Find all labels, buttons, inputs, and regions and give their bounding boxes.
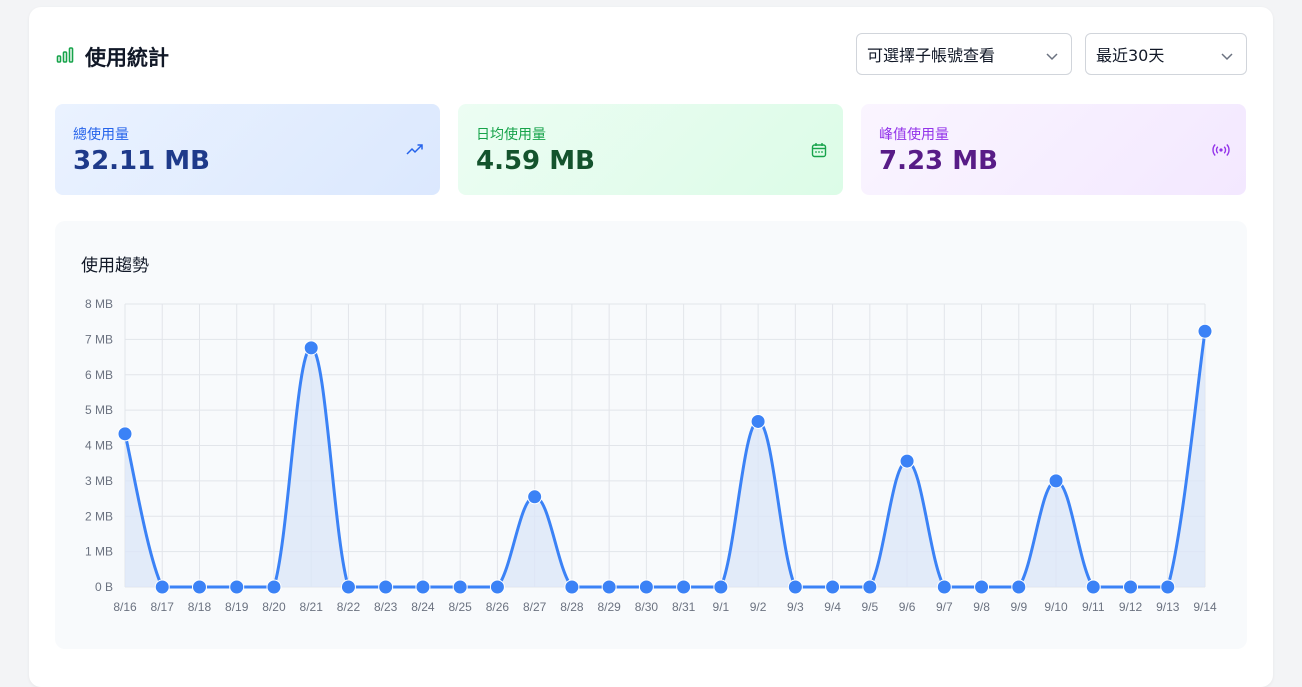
data-point xyxy=(750,413,766,429)
stat-label: 日均使用量 xyxy=(476,127,546,143)
data-point xyxy=(378,579,394,595)
subaccount-select[interactable]: 可選擇子帳號查看 xyxy=(856,33,1072,75)
x-tick-label: 8/29 xyxy=(597,600,621,614)
usage-stats-card: 使用統計 可選擇子帳號查看 最近30天 總使用量 32.11 MB 日均使用量 … xyxy=(29,7,1273,687)
x-tick-label: 9/4 xyxy=(824,600,841,614)
x-tick-label: 9/10 xyxy=(1044,600,1068,614)
data-point xyxy=(899,453,915,469)
data-point xyxy=(1048,473,1064,489)
page-title: 使用統計 xyxy=(85,46,169,70)
x-tick-label: 9/3 xyxy=(787,600,804,614)
data-point xyxy=(527,489,543,505)
data-point xyxy=(154,579,170,595)
x-tick-label: 8/26 xyxy=(486,600,510,614)
x-tick-label: 8/16 xyxy=(113,600,137,614)
data-point xyxy=(191,579,207,595)
x-tick-label: 8/31 xyxy=(672,600,696,614)
x-tick-label: 8/30 xyxy=(635,600,659,614)
chevron-down-icon xyxy=(1220,48,1234,67)
y-tick-label: 6 MB xyxy=(85,368,113,382)
data-point xyxy=(974,579,990,595)
header: 使用統計 xyxy=(55,42,169,72)
data-point xyxy=(1085,579,1101,595)
x-tick-label: 8/24 xyxy=(411,600,435,614)
broadcast-icon xyxy=(1212,142,1230,161)
x-tick-label: 9/9 xyxy=(1010,600,1027,614)
y-tick-label: 7 MB xyxy=(85,332,113,346)
x-tick-label: 9/11 xyxy=(1082,600,1105,614)
data-point xyxy=(638,579,654,595)
x-tick-label: 8/20 xyxy=(262,600,286,614)
data-point xyxy=(825,579,841,595)
x-tick-label: 8/23 xyxy=(374,600,398,614)
bar-chart-icon xyxy=(55,45,75,69)
data-point xyxy=(564,579,580,595)
data-point xyxy=(787,579,803,595)
x-tick-label: 9/1 xyxy=(713,600,730,614)
y-tick-label: 0 B xyxy=(95,580,113,594)
x-tick-label: 9/12 xyxy=(1119,600,1143,614)
date-range-select-value: 最近30天 xyxy=(1096,46,1165,65)
x-tick-label: 9/8 xyxy=(973,600,990,614)
stat-value: 32.11 MB xyxy=(73,146,210,176)
x-tick-label: 9/6 xyxy=(899,600,916,614)
data-point xyxy=(266,579,282,595)
x-tick-label: 8/21 xyxy=(300,600,324,614)
data-point xyxy=(1160,579,1176,595)
y-tick-label: 2 MB xyxy=(85,509,113,523)
y-tick-label: 8 MB xyxy=(85,297,113,311)
data-point xyxy=(1123,579,1139,595)
calendar-icon xyxy=(811,142,827,162)
stat-daily-average: 日均使用量 4.59 MB xyxy=(458,104,843,195)
y-tick-label: 3 MB xyxy=(85,474,113,488)
data-point xyxy=(117,426,133,442)
date-range-select[interactable]: 最近30天 xyxy=(1085,33,1247,75)
data-point xyxy=(452,579,468,595)
data-point xyxy=(229,579,245,595)
stat-total-usage: 總使用量 32.11 MB xyxy=(55,104,440,195)
stat-peak-usage: 峰值使用量 7.23 MB xyxy=(861,104,1246,195)
stat-label: 峰值使用量 xyxy=(879,127,949,143)
x-tick-label: 8/17 xyxy=(151,600,175,614)
data-point xyxy=(862,579,878,595)
usage-trend-chart: 0 B 1 MB 2 MB 3 MB 4 MB 5 MB 6 MB 7 MB 8 MB 8/16 8… xyxy=(85,297,1217,614)
series-area xyxy=(125,331,1205,587)
x-tick-label: 8/18 xyxy=(188,600,212,614)
data-point xyxy=(713,579,729,595)
x-tick-label: 8/27 xyxy=(523,600,547,614)
x-tick-label: 8/28 xyxy=(560,600,584,614)
y-tick-label: 5 MB xyxy=(85,403,113,417)
data-point xyxy=(601,579,617,595)
stat-value: 7.23 MB xyxy=(879,146,998,176)
data-point xyxy=(489,579,505,595)
data-point xyxy=(936,579,952,595)
data-point xyxy=(1011,579,1027,595)
data-point xyxy=(303,340,319,356)
y-tick-label: 4 MB xyxy=(85,439,113,453)
usage-trend-panel: 使用趨勢 0 B1 MB 2 MB 3 MB 4 MB 5 MB 6 MB 7 MB 8 MB… xyxy=(55,221,1247,649)
x-tick-label: 9/2 xyxy=(750,600,767,614)
y-tick-label: 1 MB xyxy=(85,545,113,559)
trending-up-icon xyxy=(406,142,424,161)
stat-value: 4.59 MB xyxy=(476,146,595,176)
x-tick-label: 8/25 xyxy=(448,600,472,614)
x-tick-label: 9/5 xyxy=(861,600,878,614)
x-tick-label: 8/19 xyxy=(225,600,249,614)
subaccount-select-value: 可選擇子帳號查看 xyxy=(867,46,996,65)
data-point xyxy=(1197,323,1213,339)
data-point xyxy=(340,579,356,595)
x-tick-label: 9/14 xyxy=(1193,600,1217,614)
x-tick-label: 9/13 xyxy=(1156,600,1180,614)
x-tick-label: 9/7 xyxy=(936,600,953,614)
stat-label: 總使用量 xyxy=(73,127,129,143)
data-point xyxy=(415,579,431,595)
data-point xyxy=(676,579,692,595)
chevron-down-icon xyxy=(1045,48,1059,67)
x-tick-label: 8/22 xyxy=(337,600,361,614)
